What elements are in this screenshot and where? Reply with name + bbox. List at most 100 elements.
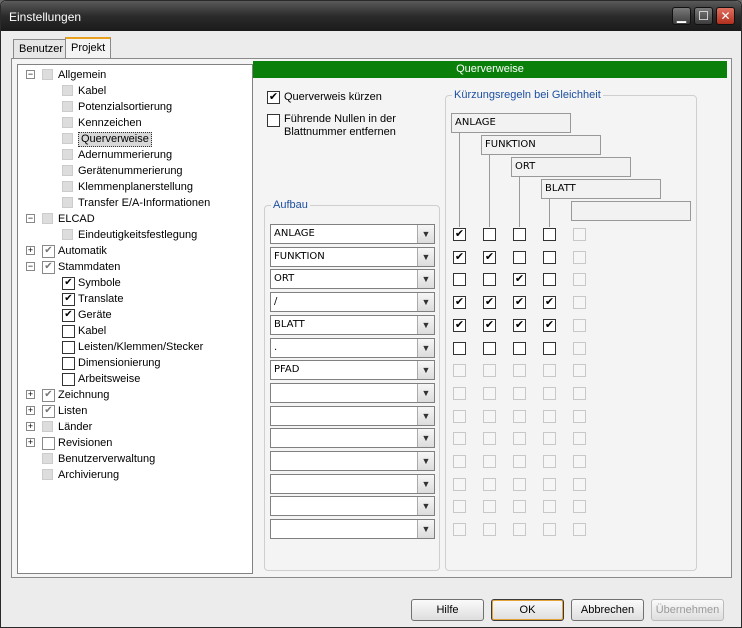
help-button[interactable]: Hilfe: [411, 599, 484, 621]
rule-checkbox[interactable]: [543, 523, 556, 537]
tree-item[interactable]: Leisten/Klemmen/Stecker: [18, 339, 250, 355]
rule-checkbox[interactable]: ✔: [453, 296, 466, 310]
rule-checkbox[interactable]: ✔: [453, 228, 466, 241]
tree-checkbox[interactable]: ✔: [42, 245, 55, 258]
tree-checkbox[interactable]: [62, 101, 73, 112]
rule-checkbox[interactable]: [453, 477, 466, 491]
zeros-checkbox[interactable]: [267, 114, 280, 127]
settings-tree[interactable]: − Allgemein Kabel Potenzialsortierung Kennze…: [17, 64, 253, 574]
tree-checkbox[interactable]: [62, 229, 73, 240]
collapse-icon[interactable]: −: [26, 70, 35, 79]
rule-checkbox[interactable]: [573, 318, 586, 332]
tree-checkbox[interactable]: [42, 69, 53, 80]
rule-checkbox[interactable]: [543, 500, 556, 514]
collapse-icon[interactable]: −: [26, 262, 35, 271]
tree-checkbox[interactable]: [62, 133, 73, 144]
chevron-down-icon[interactable]: ▼: [417, 406, 434, 425]
tree-checkbox[interactable]: [62, 373, 75, 386]
rule-checkbox[interactable]: [483, 386, 496, 400]
tree-checkbox[interactable]: [42, 421, 53, 432]
chevron-down-icon[interactable]: ▼: [417, 497, 434, 516]
aufbau-dropdown[interactable]: . ▼: [270, 337, 435, 358]
tree-item[interactable]: Potenzialsortierung: [18, 99, 250, 115]
rule-checkbox[interactable]: [513, 455, 526, 468]
rule-checkbox[interactable]: ✔: [513, 318, 526, 332]
rule-checkbox[interactable]: [543, 250, 556, 264]
rule-checkbox[interactable]: [513, 477, 526, 491]
chevron-down-icon[interactable]: ▼: [417, 429, 434, 448]
tree-checkbox[interactable]: [62, 325, 75, 338]
rule-checkbox[interactable]: [543, 432, 556, 446]
tree-item[interactable]: Gerätenummerierung: [18, 163, 250, 179]
expand-icon[interactable]: +: [26, 422, 35, 431]
aufbau-dropdown[interactable]: ORT ▼: [270, 269, 435, 290]
rule-checkbox[interactable]: [453, 364, 466, 378]
rule-checkbox[interactable]: [543, 409, 556, 423]
apply-button[interactable]: Übernehmen: [651, 599, 724, 621]
rule-checkbox[interactable]: ✔: [483, 250, 496, 264]
rule-checkbox[interactable]: [483, 273, 496, 287]
tree-item[interactable]: + Revisionen: [18, 435, 250, 451]
shorten-checkbox[interactable]: ✔: [267, 91, 280, 104]
tree-checkbox[interactable]: [62, 117, 73, 128]
rule-checkbox[interactable]: [513, 432, 526, 446]
chevron-down-icon[interactable]: ▼: [417, 361, 434, 380]
tree-item[interactable]: + ✔ Listen: [18, 403, 250, 419]
chevron-down-icon[interactable]: ▼: [417, 520, 434, 539]
rule-checkbox[interactable]: [543, 228, 556, 241]
rule-checkbox[interactable]: [483, 341, 496, 355]
tree-item[interactable]: − ELCAD: [18, 211, 250, 227]
rule-checkbox[interactable]: [543, 341, 556, 355]
tree-checkbox[interactable]: ✔: [62, 293, 75, 306]
rule-checkbox[interactable]: [573, 477, 586, 491]
rule-checkbox[interactable]: [543, 273, 556, 287]
rule-checkbox[interactable]: [543, 364, 556, 378]
aufbau-dropdown[interactable]: PFAD ▼: [270, 360, 435, 381]
tree-checkbox[interactable]: [62, 165, 73, 176]
rule-checkbox[interactable]: ✔: [543, 318, 556, 332]
rule-checkbox[interactable]: [573, 273, 586, 287]
tree-item[interactable]: Arbeitsweise: [18, 371, 250, 387]
rule-checkbox[interactable]: ✔: [453, 250, 466, 264]
rule-checkbox[interactable]: [513, 250, 526, 264]
tree-item[interactable]: Kabel: [18, 323, 250, 339]
rule-checkbox[interactable]: ✔: [483, 318, 496, 332]
rule-checkbox[interactable]: [513, 386, 526, 400]
chevron-down-icon[interactable]: ▼: [417, 315, 434, 334]
aufbau-dropdown[interactable]: ▼: [270, 473, 435, 494]
minimize-button[interactable]: ▁: [672, 7, 691, 25]
aufbau-dropdown[interactable]: ▼: [270, 405, 435, 426]
tree-item[interactable]: + Länder: [18, 419, 250, 435]
chevron-down-icon[interactable]: ▼: [417, 270, 434, 289]
rule-checkbox[interactable]: [573, 523, 586, 537]
tree-item[interactable]: ✔ Translate: [18, 291, 250, 307]
tree-item[interactable]: Klemmenplanerstellung: [18, 179, 250, 195]
rule-checkbox[interactable]: [483, 523, 496, 537]
tree-checkbox[interactable]: [42, 453, 53, 464]
aufbau-dropdown[interactable]: ▼: [270, 496, 435, 517]
rule-checkbox[interactable]: [573, 432, 586, 446]
chevron-down-icon[interactable]: ▼: [417, 383, 434, 402]
tree-item[interactable]: + ✔ Automatik: [18, 243, 250, 259]
rule-checkbox[interactable]: ✔: [543, 296, 556, 310]
tree-item[interactable]: − Allgemein: [18, 67, 250, 83]
expand-icon[interactable]: +: [26, 246, 35, 255]
tree-checkbox[interactable]: [42, 469, 53, 480]
rule-checkbox[interactable]: [453, 273, 466, 287]
tree-item[interactable]: Eindeutigkeitsfestlegung: [18, 227, 250, 243]
expand-icon[interactable]: +: [26, 406, 35, 415]
rule-checkbox[interactable]: [573, 341, 586, 355]
rule-checkbox[interactable]: [453, 341, 466, 355]
tree-item[interactable]: ✔ Geräte: [18, 307, 250, 323]
rule-checkbox[interactable]: [453, 386, 466, 400]
tree-checkbox[interactable]: [62, 85, 73, 96]
rule-checkbox[interactable]: [573, 228, 586, 241]
rule-checkbox[interactable]: [483, 432, 496, 446]
aufbau-dropdown[interactable]: ▼: [270, 451, 435, 471]
rule-checkbox[interactable]: ✔: [453, 318, 466, 332]
rule-checkbox[interactable]: [513, 409, 526, 423]
aufbau-dropdown[interactable]: FUNKTION ▼: [270, 246, 435, 267]
tree-item[interactable]: Adernummerierung: [18, 147, 250, 163]
rule-checkbox[interactable]: [453, 455, 466, 468]
rule-checkbox[interactable]: [513, 228, 526, 241]
